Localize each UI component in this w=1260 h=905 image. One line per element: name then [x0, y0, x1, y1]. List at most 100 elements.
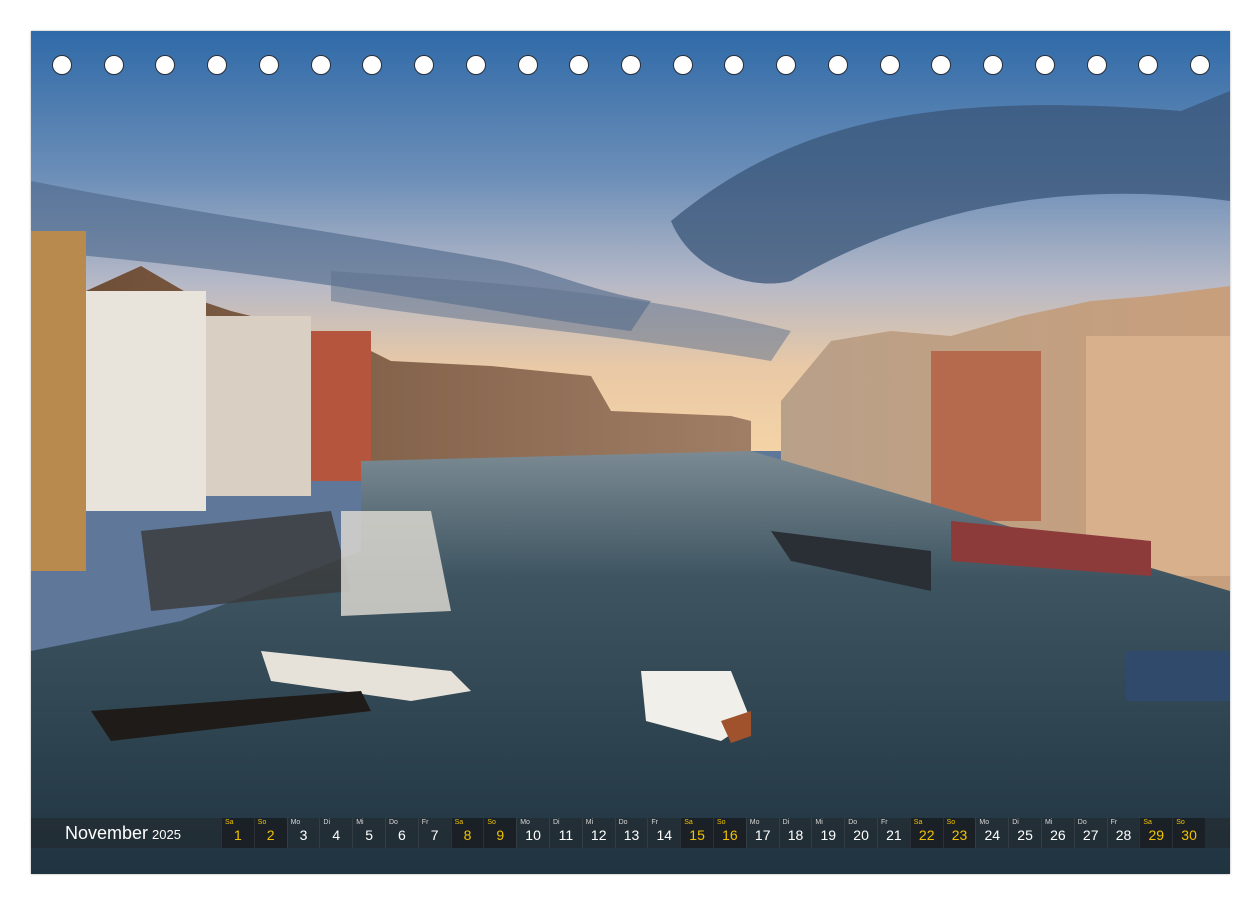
weekday-abbrev: Mo: [749, 819, 760, 826]
day-number: 30: [1181, 827, 1197, 843]
weekday-abbrev: Mo: [520, 819, 530, 826]
binding-hole: [569, 55, 590, 75]
day-number: 15: [689, 827, 705, 843]
spiral-binding-holes: [52, 55, 1210, 79]
weekday-abbrev: Mo: [290, 819, 301, 826]
binding-hole: [827, 55, 848, 75]
calendar-day: Mi 5: [352, 818, 385, 848]
binding-hole: [983, 55, 1004, 75]
binding-hole: [465, 55, 486, 75]
binding-hole: [362, 55, 383, 75]
day-number: 24: [984, 827, 1001, 843]
binding-hole: [621, 55, 641, 75]
day-number: 9: [496, 827, 505, 843]
weekday-abbrev: Do: [618, 819, 628, 826]
calendar-day: Sa 1: [221, 818, 254, 848]
weekday-abbrev: So: [257, 819, 267, 826]
day-number: 6: [398, 827, 406, 843]
day-number: 5: [365, 827, 373, 843]
calendar-day: Mo 10: [516, 818, 549, 848]
weekday-abbrev: Fr: [651, 819, 658, 826]
day-number: 21: [886, 827, 902, 843]
weekday-abbrev: Do: [1077, 819, 1087, 826]
weekday-abbrev: Di: [1012, 819, 1019, 826]
binding-hole: [52, 55, 72, 75]
day-number: 12: [590, 827, 607, 843]
binding-hole: [1086, 55, 1107, 75]
calendar-day: Do 6: [385, 818, 418, 848]
weekday-abbrev: Mi: [356, 819, 364, 826]
binding-hole: [1034, 55, 1055, 75]
weekday-abbrev: So: [717, 819, 726, 826]
weekday-abbrev: Sa: [684, 819, 693, 826]
day-number: 20: [853, 827, 869, 843]
calendar-day: Di 11: [549, 818, 582, 848]
weekday-abbrev: Sa: [225, 819, 234, 826]
weekday-abbrev: Do: [848, 819, 858, 826]
weekday-abbrev: Sa: [454, 819, 464, 826]
month-name: November: [65, 823, 149, 843]
calendar-day: Mo 17: [745, 818, 779, 848]
binding-hole: [879, 55, 900, 75]
day-number: 3: [299, 827, 308, 843]
venice-grand-canal-photo: [31, 31, 1230, 874]
binding-hole: [414, 55, 435, 75]
weekday-abbrev: Mi: [815, 819, 823, 826]
calendar-day: Do 13: [614, 818, 648, 848]
weekday-abbrev: Fr: [421, 819, 429, 826]
calendar-day: Mo 24: [975, 818, 1008, 848]
weekday-abbrev: So: [487, 819, 496, 826]
day-number: 11: [558, 827, 574, 843]
calendar-day: So 23: [942, 818, 976, 848]
weekday-abbrev: Sa: [913, 819, 923, 826]
binding-hole: [672, 55, 693, 75]
weekday-abbrev: So: [946, 819, 956, 826]
weekday-abbrev: Di: [782, 819, 790, 826]
binding-hole: [724, 55, 745, 75]
weekday-abbrev: Fr: [1110, 819, 1118, 826]
binding-hole: [310, 55, 331, 75]
day-number: 28: [1115, 827, 1132, 843]
calendar-day: Mi 19: [811, 818, 844, 848]
calendar-day: Mi 12: [581, 818, 615, 848]
calendar-day: Mo 3: [286, 818, 320, 848]
weekday-abbrev: Di: [553, 819, 560, 826]
calendar-day: Do 20: [844, 818, 877, 848]
day-number: 29: [1148, 827, 1165, 843]
day-number: 14: [656, 827, 673, 843]
year-label: 2025: [152, 827, 181, 842]
day-number: 10: [525, 827, 541, 843]
binding-hole: [776, 55, 797, 75]
weekday-abbrev: Mi: [585, 819, 594, 826]
calendar-day: Do 27: [1073, 818, 1107, 848]
day-number: 19: [820, 827, 837, 843]
binding-hole: [207, 55, 228, 75]
day-number: 2: [266, 827, 275, 843]
calendar-day: Sa 29: [1139, 818, 1173, 848]
weekday-abbrev: Di: [323, 819, 331, 826]
day-number: 25: [1017, 827, 1033, 843]
day-number: 13: [623, 827, 640, 843]
calendar-day: Fr 7: [417, 818, 451, 848]
binding-hole: [1190, 55, 1210, 75]
weekday-abbrev: Do: [389, 819, 398, 826]
calendar-day: Di 18: [778, 818, 812, 848]
day-number: 27: [1082, 827, 1099, 843]
binding-hole: [103, 55, 124, 75]
binding-hole: [155, 55, 176, 75]
day-number: 18: [787, 827, 804, 843]
calendar-day: Sa 15: [680, 818, 713, 848]
month-label: November 2025: [65, 822, 181, 846]
calendar-day: Sa 8: [450, 818, 484, 848]
binding-hole: [931, 55, 952, 75]
day-number: 22: [918, 827, 935, 843]
day-number: 7: [430, 827, 439, 843]
calendar-day: So 16: [713, 818, 746, 848]
weekday-abbrev: Mo: [979, 819, 990, 826]
binding-hole: [1138, 55, 1159, 75]
day-number: 8: [463, 827, 472, 843]
calendar-day: Fr 28: [1106, 818, 1140, 848]
calendar-day: Di 4: [319, 818, 352, 848]
calendar-day: So 2: [253, 818, 287, 848]
binding-hole: [258, 55, 279, 75]
